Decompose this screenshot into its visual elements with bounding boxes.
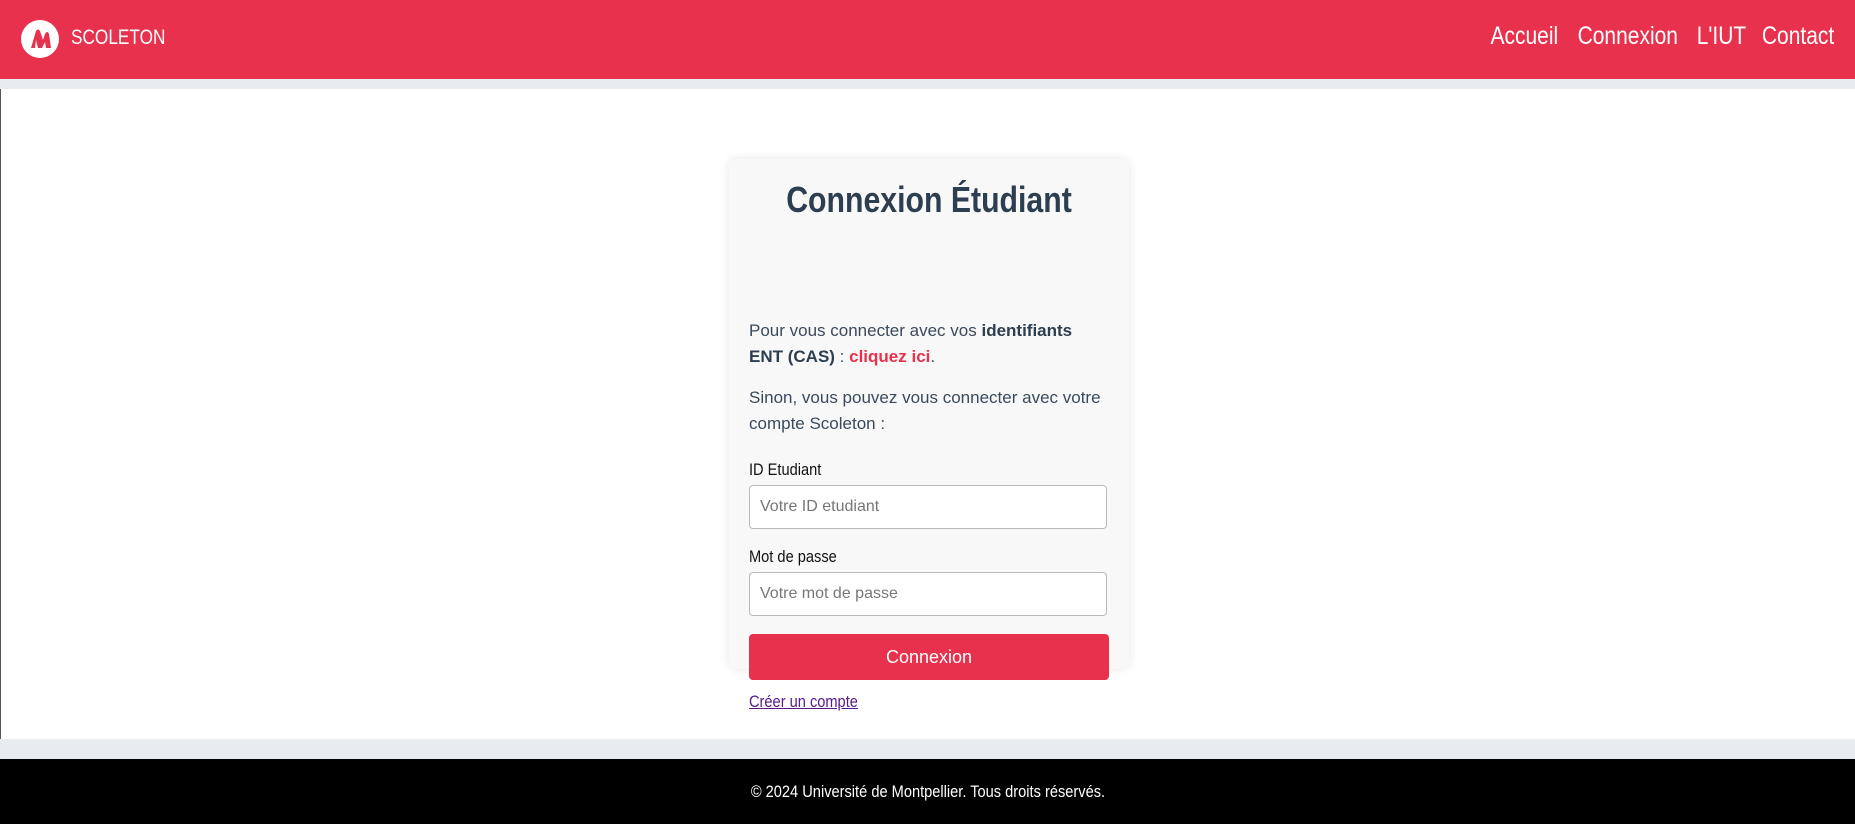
- login-submit-button[interactable]: Connexion: [749, 634, 1109, 680]
- student-id-input[interactable]: [749, 485, 1107, 529]
- nav-accueil-link[interactable]: Accueil: [1490, 22, 1558, 51]
- nav-contact-link[interactable]: Contact: [1762, 22, 1834, 51]
- top-navbar: SCOLETON Accueil Connexion L'IUT Contact: [0, 0, 1855, 79]
- brand-name[interactable]: SCOLETON: [71, 26, 165, 50]
- intro-text: Pour vous connecter avec vos: [749, 321, 982, 340]
- password-label: Mot de passe: [749, 547, 837, 566]
- page-footer: © 2024 Université de Montpellier. Tous d…: [0, 759, 1855, 824]
- footer-separator: [0, 739, 1855, 759]
- nav-iut-link[interactable]: L'IUT: [1697, 22, 1747, 51]
- login-card: Connexion Étudiant Pour vous connecter a…: [729, 159, 1129, 711]
- intro-separator: :: [834, 347, 850, 366]
- scoleton-logo-icon[interactable]: [21, 20, 59, 58]
- intro-period: .: [930, 347, 936, 366]
- cas-instructions: Pour vous connecter avec vos identifiant…: [749, 318, 1109, 370]
- copyright-text: © 2024 Université de Montpellier. Tous d…: [750, 782, 1105, 801]
- alt-login-text: Sinon, vous pouvez vous connecter avec v…: [749, 388, 1101, 433]
- nav-connexion-link[interactable]: Connexion: [1578, 22, 1678, 51]
- student-id-label: ID Etudiant: [749, 460, 822, 479]
- header-separator: [0, 79, 1855, 89]
- main-content: Connexion Étudiant Pour vous connecter a…: [0, 89, 1855, 739]
- password-input[interactable]: [749, 572, 1107, 616]
- cas-login-link[interactable]: cliquez ici: [849, 347, 930, 366]
- main-nav: Accueil Connexion L'IUT Contact: [1490, 22, 1835, 51]
- create-account-link[interactable]: Créer un compte: [749, 692, 858, 712]
- page-title: Connexion Étudiant: [786, 179, 1072, 220]
